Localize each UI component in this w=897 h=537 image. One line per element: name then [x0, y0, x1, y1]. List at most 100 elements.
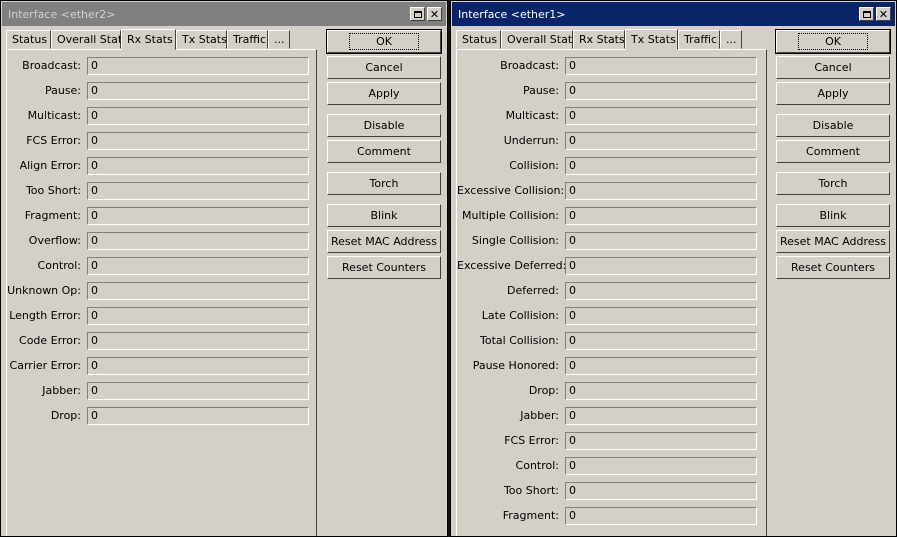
tab-more[interactable]: ...	[720, 30, 742, 49]
title-bar[interactable]: Interface <ether2> ✕	[2, 2, 446, 26]
stat-value-field[interactable]: 0	[565, 357, 757, 375]
tab-overall-stats[interactable]: Overall Stats	[501, 30, 578, 49]
tab-traffic[interactable]: Traffic	[678, 30, 720, 49]
maximize-button[interactable]	[410, 7, 425, 21]
stat-row: Late Collision: 0	[457, 307, 766, 325]
stat-row: FCS Error: 0	[457, 432, 766, 450]
stat-row: FCS Error: 0	[7, 132, 316, 150]
apply-button[interactable]: Apply	[327, 82, 441, 105]
reset-counters-button[interactable]: Reset Counters	[776, 256, 890, 279]
tab-rx-stats[interactable]: Rx Stats	[573, 30, 625, 49]
stat-label: Jabber:	[520, 409, 559, 422]
apply-button[interactable]: Apply	[776, 82, 890, 105]
stat-row: Underrun: 0	[457, 132, 766, 150]
comment-button[interactable]: Comment	[776, 140, 890, 163]
stat-value-field[interactable]: 0	[565, 182, 757, 200]
stat-value-field[interactable]: 0	[87, 107, 309, 125]
tab-tx-stats[interactable]: Tx Stats	[176, 30, 227, 49]
stat-label: Too Short:	[25, 184, 81, 197]
stat-row: Overflow: 0	[7, 232, 316, 250]
reset-mac-address-button[interactable]: Reset MAC Address	[776, 230, 890, 253]
stat-value-field[interactable]: 0	[87, 357, 309, 375]
stat-label: Pause Honored:	[472, 359, 559, 372]
stat-value-field[interactable]: 0	[565, 82, 757, 100]
stat-value-field[interactable]: 0	[87, 332, 309, 350]
stat-value-field[interactable]: 0	[565, 457, 757, 475]
stat-label: Single Collision:	[471, 234, 559, 247]
stat-value-field[interactable]: 0	[565, 407, 757, 425]
stat-value-field[interactable]: 0	[87, 257, 309, 275]
stat-label: FCS Error:	[26, 134, 81, 147]
stat-value-field[interactable]: 0	[87, 382, 309, 400]
stat-value-field[interactable]: 0	[565, 57, 757, 75]
stat-value-field[interactable]: 0	[565, 232, 757, 250]
title-bar[interactable]: Interface <ether1> ✕	[452, 2, 895, 26]
torch-button[interactable]: Torch	[327, 172, 441, 195]
stat-value-field[interactable]: 0	[565, 432, 757, 450]
stat-label: Drop:	[528, 384, 559, 397]
stat-value-field[interactable]: 0	[565, 207, 757, 225]
tab-rx-stats[interactable]: Rx Stats	[121, 29, 176, 50]
stat-value-field[interactable]: 0	[565, 132, 757, 150]
stat-value-field[interactable]: 0	[565, 282, 757, 300]
stat-value-field[interactable]: 0	[565, 382, 757, 400]
stat-value-field[interactable]: 0	[565, 332, 757, 350]
stat-value-field[interactable]: 0	[87, 232, 309, 250]
stat-row: Excessive Collision: 0	[457, 182, 766, 200]
disable-button[interactable]: Disable	[327, 114, 441, 137]
stat-row: Deferred: 0	[457, 282, 766, 300]
stat-value-field[interactable]: 0	[87, 282, 309, 300]
tab-bar: Status Overall Stats Rx Stats Tx Stats T…	[6, 29, 290, 50]
window-title: Interface <ether2>	[8, 7, 116, 21]
torch-button[interactable]: Torch	[776, 172, 890, 195]
stat-row: Drop: 0	[457, 382, 766, 400]
stat-row: Code Error: 0	[7, 332, 316, 350]
close-button[interactable]: ✕	[876, 7, 891, 21]
stat-row: Single Collision: 0	[457, 232, 766, 250]
stat-value-field[interactable]: 0	[565, 107, 757, 125]
stat-label: Multicast:	[505, 109, 559, 122]
blink-button[interactable]: Blink	[776, 204, 890, 227]
comment-button[interactable]: Comment	[327, 140, 441, 163]
ok-button[interactable]: OK	[775, 29, 891, 54]
stat-label: Carrier Error:	[9, 359, 81, 372]
tab-status[interactable]: Status	[6, 30, 51, 49]
stat-value-field[interactable]: 0	[87, 407, 309, 425]
cancel-button[interactable]: Cancel	[327, 56, 441, 79]
interface-window-ether2: Interface <ether2> ✕ Status Overall Stat…	[0, 0, 448, 537]
stat-label: Underrun:	[503, 134, 559, 147]
disable-button[interactable]: Disable	[776, 114, 890, 137]
stat-row: Multicast: 0	[7, 107, 316, 125]
cancel-button[interactable]: Cancel	[776, 56, 890, 79]
tab-status[interactable]: Status	[456, 30, 501, 49]
stat-value-field[interactable]: 0	[87, 307, 309, 325]
tab-more[interactable]: ...	[268, 30, 290, 49]
stat-label: Multiple Collision:	[462, 209, 559, 222]
ok-button[interactable]: OK	[326, 29, 442, 54]
stat-value-field[interactable]: 0	[565, 507, 757, 525]
stat-value-field[interactable]: 0	[87, 207, 309, 225]
stat-row: Pause: 0	[7, 82, 316, 100]
stat-value-field[interactable]: 0	[87, 182, 309, 200]
stat-label: Control:	[37, 259, 81, 272]
stat-value-field[interactable]: 0	[87, 132, 309, 150]
reset-counters-button[interactable]: Reset Counters	[327, 256, 441, 279]
stat-label: Overflow:	[28, 234, 81, 247]
stat-value-field[interactable]: 0	[565, 157, 757, 175]
close-button[interactable]: ✕	[427, 7, 442, 21]
stat-value-field[interactable]: 0	[87, 82, 309, 100]
tab-traffic[interactable]: Traffic	[227, 30, 268, 49]
tab-overall-stats[interactable]: Overall Stats	[51, 30, 128, 49]
stat-value-field[interactable]: 0	[87, 157, 309, 175]
tab-tx-stats[interactable]: Tx Stats	[625, 29, 678, 50]
stat-label: Multicast:	[27, 109, 81, 122]
stat-value-field[interactable]: 0	[565, 257, 757, 275]
maximize-button[interactable]	[859, 7, 874, 21]
blink-button[interactable]: Blink	[327, 204, 441, 227]
stat-label: Fragment:	[502, 509, 559, 522]
stat-value-field[interactable]: 0	[87, 57, 309, 75]
stat-value-field[interactable]: 0	[565, 482, 757, 500]
reset-mac-address-button[interactable]: Reset MAC Address	[327, 230, 441, 253]
close-icon: ✕	[429, 7, 440, 21]
stat-value-field[interactable]: 0	[565, 307, 757, 325]
